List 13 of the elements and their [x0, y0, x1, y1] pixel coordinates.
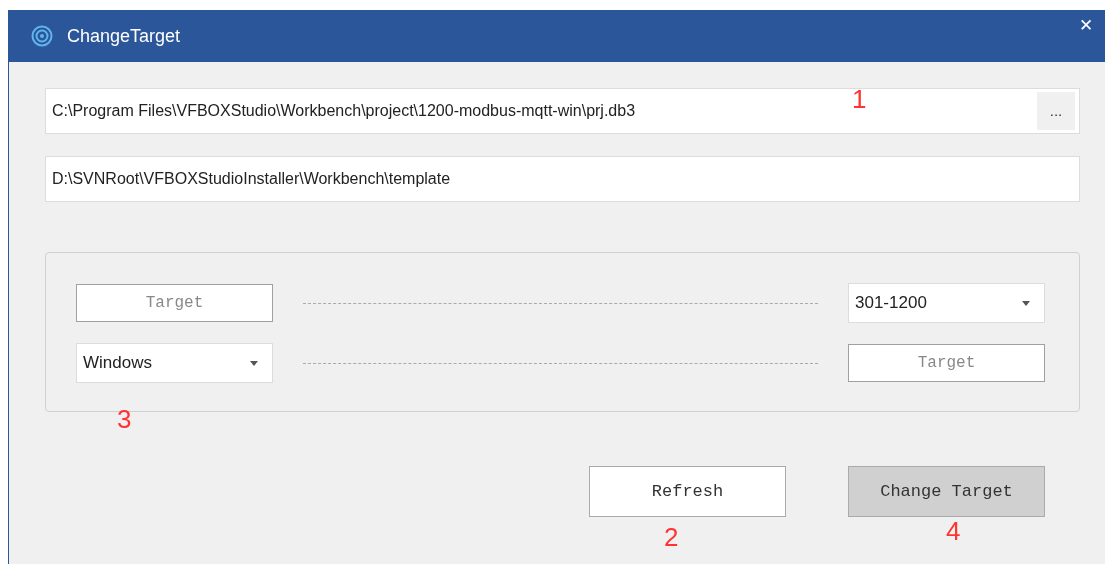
path-field[interactable]: D:\SVNRoot\VFBOXStudioInstaller\Workbench\template [45, 156, 1080, 202]
action-button[interactable]: Refresh [589, 466, 786, 517]
dropdown[interactable]: 301-1200 [848, 283, 1045, 323]
annotation-number: 1 [852, 86, 867, 112]
close-button[interactable]: ✕ [1075, 16, 1097, 37]
annotation-number: 4 [946, 518, 961, 544]
annotation-number: 3 [117, 406, 132, 432]
annotation-number: 2 [664, 524, 679, 550]
target-icon [31, 25, 53, 47]
window-title: ChangeTarget [67, 24, 181, 48]
action-button[interactable]: Change Target [848, 466, 1045, 517]
browse-button[interactable]: ... [1037, 92, 1075, 130]
dropdown[interactable]: Windows [76, 343, 273, 383]
